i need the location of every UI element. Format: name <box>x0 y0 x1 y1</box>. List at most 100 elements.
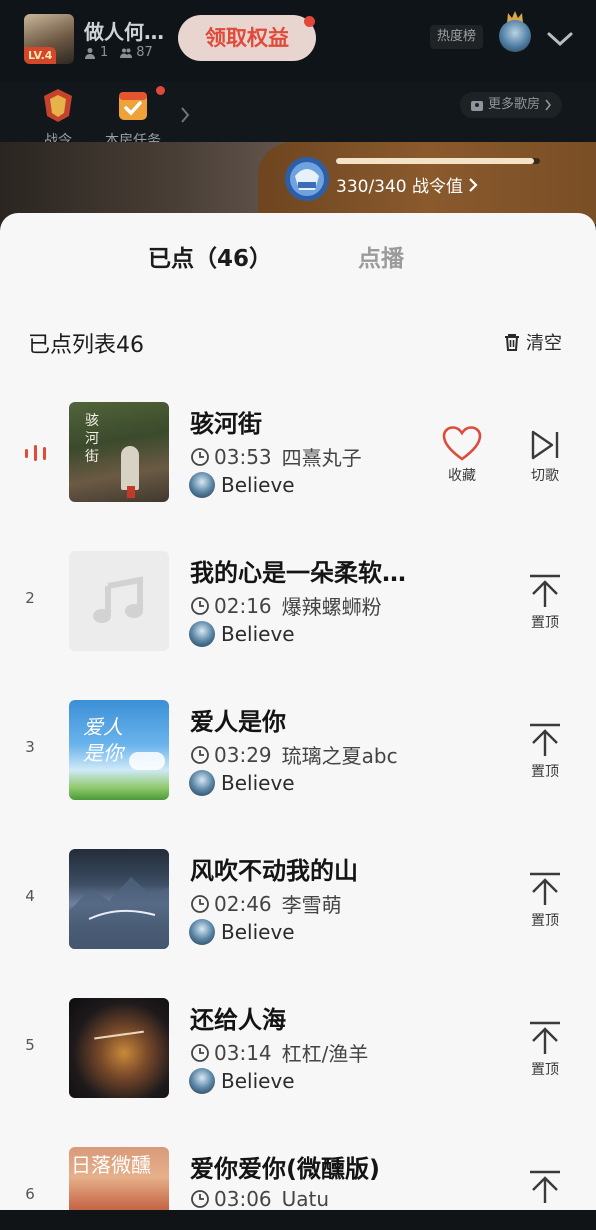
music-note-icon <box>93 576 143 623</box>
nav-room-tasks[interactable]: 本房任务 <box>103 86 163 150</box>
song-artist: Uatu <box>281 1187 330 1211</box>
queue-item[interactable]: 4 风吹不动我的山 02:46 李雪萌 Believe 置顶 <box>0 849 596 949</box>
cover-text: 爱人是你 <box>83 715 123 765</box>
song-title: 我的心是一朵柔软… <box>190 559 406 587</box>
chevron-down-icon[interactable] <box>546 30 574 48</box>
requester-avatar <box>189 1068 215 1094</box>
requester: Believe <box>189 472 295 498</box>
song-meta: 02:16 爆辣螺蛳粉 <box>190 591 382 620</box>
requester: Believe <box>189 1068 295 1094</box>
battle-pass-value[interactable]: 330/340 战令值 <box>336 172 479 197</box>
room-level-badge: LV.4 <box>24 47 57 64</box>
claim-benefits-button[interactable]: 领取权益 <box>178 15 316 61</box>
song-title: 还给人海 <box>190 1006 286 1034</box>
chevron-right-icon[interactable] <box>179 106 191 124</box>
cover-text: 骇河街 <box>85 413 99 465</box>
battle-pass-badge-icon <box>285 157 329 201</box>
pin-top-button[interactable]: 置顶 <box>520 573 570 632</box>
more-rooms-button[interactable]: 更多歌房 <box>460 92 563 118</box>
requester-avatar <box>189 770 215 796</box>
cover-mountain-art <box>69 877 169 949</box>
song-duration: 03:14 <box>214 1040 272 1065</box>
requester: Believe <box>189 770 295 796</box>
room-icon <box>471 101 483 111</box>
cover-text: 日落微醺 <box>71 1153 151 1177</box>
battle-pass-progress <box>336 158 540 164</box>
queue-item[interactable]: 6 日落微醺 爱你爱你(微醺版) 03:06 Uatu 置顶 <box>0 1147 596 1213</box>
song-duration: 03:06 <box>214 1187 272 1211</box>
queue-tabs: 已点（46） 点播 <box>0 213 596 303</box>
queue-index: 5 <box>25 1036 35 1054</box>
queue-item[interactable]: 5 还给人海 03:14 杠杠/渔羊 Believe 置顶 <box>0 998 596 1098</box>
queue-index: 4 <box>25 887 35 905</box>
clear-queue-button[interactable]: 清空 <box>502 329 562 355</box>
fan-count: 87 <box>120 45 153 60</box>
song-artist: 琉璃之夏abc <box>281 744 398 768</box>
song-artist: 李雪萌 <box>281 893 342 917</box>
system-navigation-bar <box>0 1210 596 1230</box>
clock-icon <box>191 745 209 764</box>
clock-icon <box>191 894 209 913</box>
queue-index: 3 <box>25 738 35 756</box>
playing-equalizer-icon <box>25 445 46 461</box>
cover-script <box>94 1030 146 1054</box>
battle-pass-icon <box>44 89 72 122</box>
tab-request-song[interactable]: 点播 <box>358 239 404 273</box>
nav-battle-pass[interactable]: 战令 <box>28 86 88 150</box>
room-stats: 1 87 <box>84 45 153 60</box>
skip-next-icon <box>531 430 559 460</box>
room-cover[interactable]: LV.4 <box>24 14 74 64</box>
clock-icon <box>191 596 209 615</box>
pin-top-button[interactable]: 置顶 <box>520 871 570 930</box>
song-meta: 03:14 杠杠/渔羊 <box>190 1038 368 1067</box>
task-notification-dot <box>156 86 165 95</box>
queue-item[interactable]: 3 爱人是你 爱人是你 03:29 琉璃之夏abc Believe 置顶 <box>0 700 596 800</box>
song-meta: 03:53 四熹丸子 <box>190 442 362 471</box>
tab-requested[interactable]: 已点（46） <box>148 239 272 273</box>
song-cover <box>69 849 169 949</box>
favorite-button[interactable]: 收藏 <box>437 426 487 485</box>
skip-song-button[interactable]: 切歌 <box>520 428 570 485</box>
cover-cloud <box>129 752 165 770</box>
clock-icon <box>191 1043 209 1062</box>
room-name[interactable]: 做人何… <box>84 16 164 45</box>
pin-top-button[interactable]: 置顶 <box>520 1020 570 1079</box>
chevron-right-icon <box>469 177 478 192</box>
pin-top-button[interactable]: 置顶 <box>520 1169 570 1213</box>
song-meta: 03:29 琉璃之夏abc <box>190 740 398 769</box>
song-title: 爱你爱你(微醺版) <box>190 1155 380 1183</box>
song-cover <box>69 998 169 1098</box>
queue-item-now-playing[interactable]: 骇河街 骇河街 03:53 四熹丸子 Believe 收藏 切歌 <box>0 402 596 502</box>
song-duration: 02:16 <box>214 593 272 618</box>
song-cover: 骇河街 <box>69 402 169 502</box>
heart-icon <box>442 426 482 461</box>
pin-top-button[interactable]: 置顶 <box>520 722 570 781</box>
requester-avatar <box>189 919 215 945</box>
battle-pass-progress-fill <box>336 158 534 164</box>
requester-avatar <box>189 621 215 647</box>
song-duration: 03:53 <box>214 444 272 469</box>
requester-avatar <box>189 472 215 498</box>
hot-rank-button[interactable]: 热度榜 <box>430 25 484 49</box>
pin-top-icon <box>530 723 560 756</box>
pin-top-icon <box>530 1021 560 1054</box>
chevron-right-icon <box>545 99 552 111</box>
notification-dot <box>304 16 315 27</box>
queue-list-title: 已点列表46 <box>28 333 144 358</box>
requester: Believe <box>189 919 295 945</box>
song-meta: 02:46 李雪萌 <box>190 889 342 918</box>
pin-top-icon <box>530 1170 560 1203</box>
pin-top-icon <box>530 574 560 607</box>
song-artist: 爆辣螺蛳粉 <box>281 595 382 619</box>
pin-top-icon <box>530 872 560 905</box>
song-artist: 四熹丸子 <box>281 446 362 470</box>
song-cover: 日落微醺 <box>69 1147 169 1213</box>
song-artist: 杠杠/渔羊 <box>281 1042 369 1066</box>
queue-item[interactable]: 2 我的心是一朵柔软… 02:16 爆辣螺蛳粉 Believe 置顶 <box>0 551 596 651</box>
song-queue-panel: 已点（46） 点播 已点列表46 清空 骇河街 骇河街 03:53 四熹丸子 B… <box>0 213 596 1213</box>
requester: Believe <box>189 621 295 647</box>
host-avatar[interactable] <box>499 20 531 52</box>
cover-figure <box>121 446 139 490</box>
song-meta: 03:06 Uatu <box>190 1187 329 1211</box>
queue-index: 6 <box>25 1185 35 1203</box>
